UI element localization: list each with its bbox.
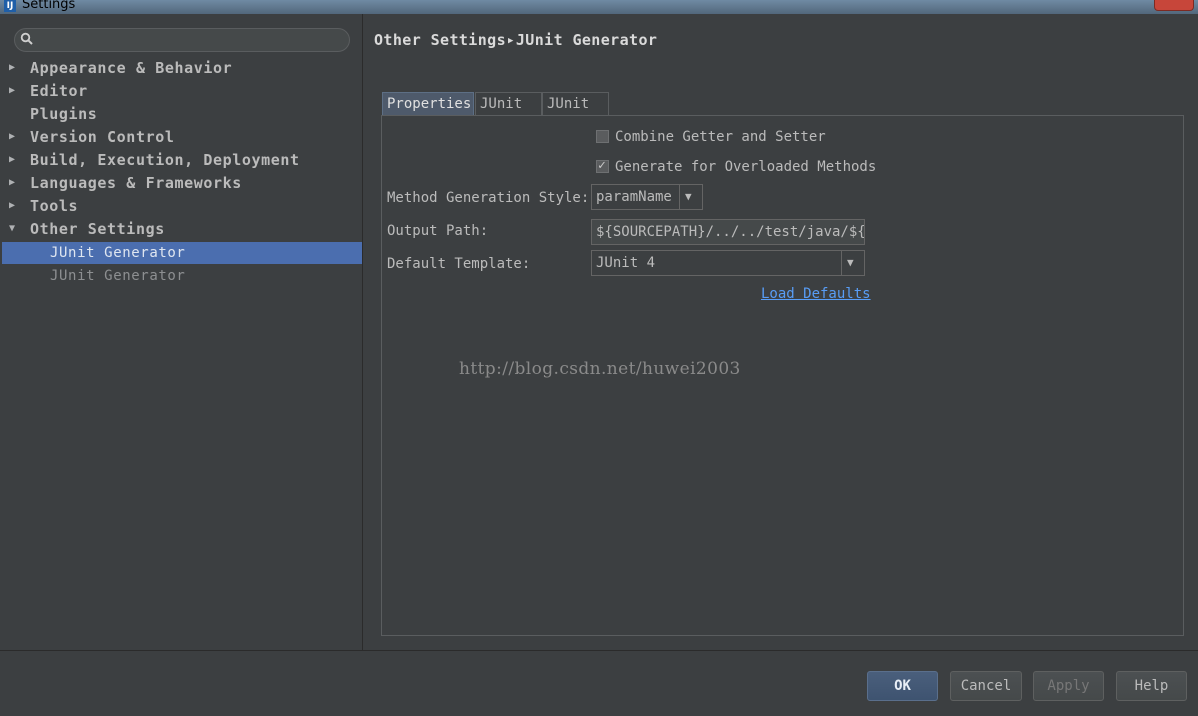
expand-arrow-icon[interactable]: ▶	[9, 126, 16, 148]
tree-item-junit-generator-selected[interactable]: JUnit Generator	[2, 242, 362, 264]
tree-item-languages-frameworks[interactable]: ▶ Languages & Frameworks	[2, 172, 362, 194]
expand-arrow-icon[interactable]: ▶	[9, 57, 16, 79]
tree-item-plugins[interactable]: Plugins	[2, 103, 362, 125]
help-button[interactable]: Help	[1116, 671, 1187, 701]
checkbox-label: Combine Getter and Setter	[615, 129, 826, 145]
breadcrumb: Other Settings ▶ JUnit Generator	[374, 31, 657, 49]
output-path-value: ${SOURCEPATH}/../../test/java/${PACKAGE}…	[596, 224, 865, 240]
title-bar: IJ Settings	[0, 0, 1198, 14]
tree-item-label: Version Control	[30, 128, 175, 146]
collapse-arrow-icon[interactable]: ▼	[9, 218, 16, 240]
tab-junit-4[interactable]: JUnit 4	[542, 92, 609, 135]
settings-sidebar: ▶ Appearance & Behavior ▶ Editor Plugins…	[2, 14, 363, 650]
cancel-button[interactable]: Cancel	[950, 671, 1022, 701]
checkbox-box[interactable]: ✓	[596, 158, 609, 173]
default-template-label: Default Template:	[387, 256, 531, 272]
dropdown-button[interactable]: ▼	[679, 185, 702, 209]
footer-divider	[0, 650, 1198, 651]
tree-item-label: Other Settings	[30, 220, 165, 238]
expand-arrow-icon[interactable]: ▶	[9, 149, 16, 171]
chevron-down-icon: ▼	[685, 190, 692, 203]
tree-item-label: Languages & Frameworks	[30, 174, 242, 192]
tree-item-label: Build, Execution, Deployment	[30, 151, 300, 169]
ok-button[interactable]: OK	[867, 671, 938, 701]
tree-item-other-settings[interactable]: ▼ Other Settings	[2, 218, 362, 240]
expand-arrow-icon[interactable]: ▶	[9, 195, 16, 217]
dropdown-button[interactable]: ▼	[841, 251, 864, 275]
breadcrumb-current: JUnit Generator	[515, 31, 658, 49]
tree-item-tools[interactable]: ▶ Tools	[2, 195, 362, 217]
tree-item-junit-generator[interactable]: JUnit Generator	[2, 265, 362, 287]
load-defaults-link[interactable]: Load Defaults	[761, 286, 871, 302]
window-title: Settings	[22, 0, 76, 12]
tree-item-build-execution-deployment[interactable]: ▶ Build, Execution, Deployment	[2, 149, 362, 171]
breadcrumb-separator-icon: ▶	[508, 36, 514, 46]
checkbox-label: Generate for Overloaded Methods	[615, 159, 877, 175]
breadcrumb-parent[interactable]: Other Settings	[374, 31, 506, 49]
apply-button[interactable]: Apply	[1033, 671, 1104, 701]
chevron-down-icon: ▼	[847, 256, 854, 269]
select-value: JUnit 4	[596, 255, 656, 271]
checkbox-box[interactable]	[596, 130, 609, 143]
tree-item-label: Plugins	[30, 105, 98, 123]
output-path-label: Output Path:	[387, 223, 489, 239]
search-input[interactable]	[14, 28, 350, 52]
method-generation-style-select[interactable]: paramName ▼	[591, 184, 703, 210]
output-path-field[interactable]: ${SOURCEPATH}/../../test/java/${PACKAGE}…	[591, 219, 865, 245]
tab-properties[interactable]: Properties	[382, 92, 474, 116]
tree-item-appearance-behavior[interactable]: ▶ Appearance & Behavior	[2, 57, 362, 79]
select-value: paramName	[596, 189, 672, 205]
method-generation-style-label: Method Generation Style:	[387, 190, 590, 206]
expand-arrow-icon[interactable]: ▶	[9, 172, 16, 194]
tree-item-label: Tools	[30, 197, 79, 215]
watermark-text: http://blog.csdn.net/huwei2003	[459, 359, 741, 379]
intellij-app-icon: IJ	[4, 0, 16, 12]
tree-item-version-control[interactable]: ▶ Version Control	[2, 126, 362, 148]
tab-junit-3[interactable]: JUnit 3	[475, 92, 542, 135]
close-icon[interactable]	[1154, 0, 1194, 11]
default-template-select[interactable]: JUnit 4 ▼	[591, 250, 865, 276]
search-icon	[20, 32, 33, 45]
tree-item-label: JUnit Generator	[50, 245, 186, 261]
checkmark-icon: ✓	[598, 158, 606, 173]
tree-item-label: JUnit Generator	[50, 268, 186, 284]
tree-item-label: Editor	[30, 82, 88, 100]
expand-arrow-icon[interactable]: ▶	[9, 80, 16, 102]
tree-item-label: Appearance & Behavior	[30, 59, 233, 77]
tree-item-editor[interactable]: ▶ Editor	[2, 80, 362, 102]
